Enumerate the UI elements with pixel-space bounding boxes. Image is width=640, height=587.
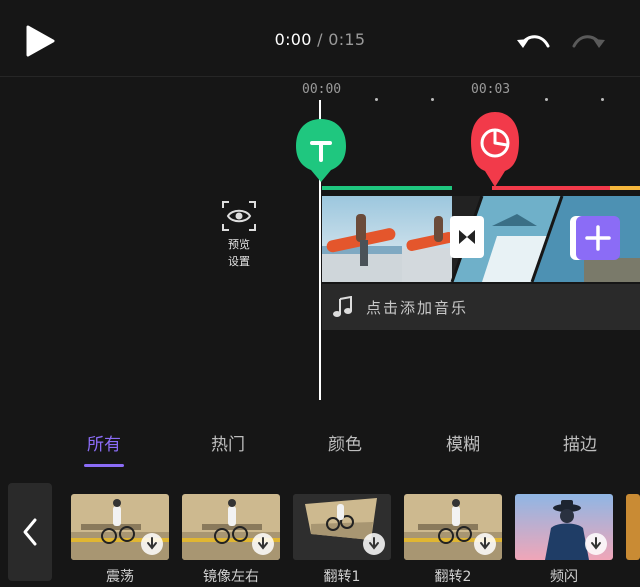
effect-thumbnail[interactable] bbox=[515, 494, 613, 560]
effect-track-bar bbox=[610, 186, 640, 190]
undo-icon[interactable] bbox=[514, 30, 552, 58]
add-music-label: 点击添加音乐 bbox=[366, 299, 469, 317]
active-tab-indicator bbox=[84, 464, 124, 467]
effect-thumbnail[interactable] bbox=[71, 494, 169, 560]
ruler-tick bbox=[431, 98, 434, 101]
download-icon bbox=[147, 537, 157, 550]
effect-label: 震荡 bbox=[106, 569, 134, 585]
ruler-tick bbox=[375, 98, 378, 101]
effect-category-tabs: 所有 热门 颜色 模糊 描边 bbox=[0, 430, 640, 460]
preview-settings-button[interactable]: 预览 设置 bbox=[214, 200, 264, 270]
transition-icon bbox=[459, 230, 475, 244]
chevron-left-icon bbox=[23, 518, 37, 546]
effect-label: 镜像左右 bbox=[203, 569, 259, 585]
video-track[interactable] bbox=[322, 196, 640, 282]
eye-settings-icon bbox=[222, 201, 256, 231]
back-button[interactable] bbox=[8, 483, 52, 581]
transition-button[interactable] bbox=[450, 216, 484, 258]
download-button[interactable] bbox=[363, 533, 385, 555]
download-icon bbox=[480, 537, 490, 550]
top-bar: 0:00 / 0:15 bbox=[0, 0, 640, 77]
effect-thumbnail[interactable] bbox=[182, 494, 280, 560]
ruler-tick bbox=[545, 98, 548, 101]
music-note-icon bbox=[333, 296, 352, 317]
download-button[interactable] bbox=[474, 533, 496, 555]
effect-thumbnail-partial[interactable] bbox=[626, 494, 640, 560]
effect-thumbnail[interactable] bbox=[404, 494, 502, 560]
sticker-marker-icon[interactable] bbox=[470, 111, 520, 189]
current-time: 0:00 bbox=[274, 30, 312, 49]
add-clip-button[interactable] bbox=[576, 216, 620, 260]
preview-label-line1: 预览 bbox=[228, 238, 250, 251]
add-marker-icon[interactable] bbox=[295, 118, 347, 184]
download-button[interactable] bbox=[141, 533, 163, 555]
ruler-tick bbox=[601, 98, 604, 101]
add-music-track[interactable]: 点击添加音乐 bbox=[322, 284, 640, 330]
redo-icon[interactable] bbox=[570, 30, 608, 58]
tab-hot[interactable]: 热门 bbox=[211, 430, 245, 455]
tab-all[interactable]: 所有 bbox=[87, 430, 121, 455]
effect-label: 频闪 bbox=[550, 569, 578, 585]
tab-stroke[interactable]: 描边 bbox=[563, 430, 597, 455]
total-time: 0:15 bbox=[328, 30, 366, 49]
download-button[interactable] bbox=[252, 533, 274, 555]
time-separator: / bbox=[317, 30, 323, 49]
tab-color[interactable]: 颜色 bbox=[328, 430, 362, 455]
preview-label-line2: 设置 bbox=[228, 255, 250, 268]
text-track-bar bbox=[322, 186, 452, 190]
effect-label: 翻转1 bbox=[323, 569, 361, 585]
plus-icon bbox=[585, 225, 611, 251]
download-icon bbox=[258, 537, 268, 550]
effect-label: 翻转2 bbox=[434, 569, 472, 585]
download-button[interactable] bbox=[585, 533, 607, 555]
download-icon bbox=[369, 537, 379, 550]
ruler-label: 00:03 bbox=[471, 82, 511, 97]
tab-blur[interactable]: 模糊 bbox=[446, 430, 480, 455]
effect-thumbnail[interactable] bbox=[293, 494, 391, 560]
ruler-label: 00:00 bbox=[302, 82, 342, 97]
download-icon bbox=[591, 537, 601, 550]
